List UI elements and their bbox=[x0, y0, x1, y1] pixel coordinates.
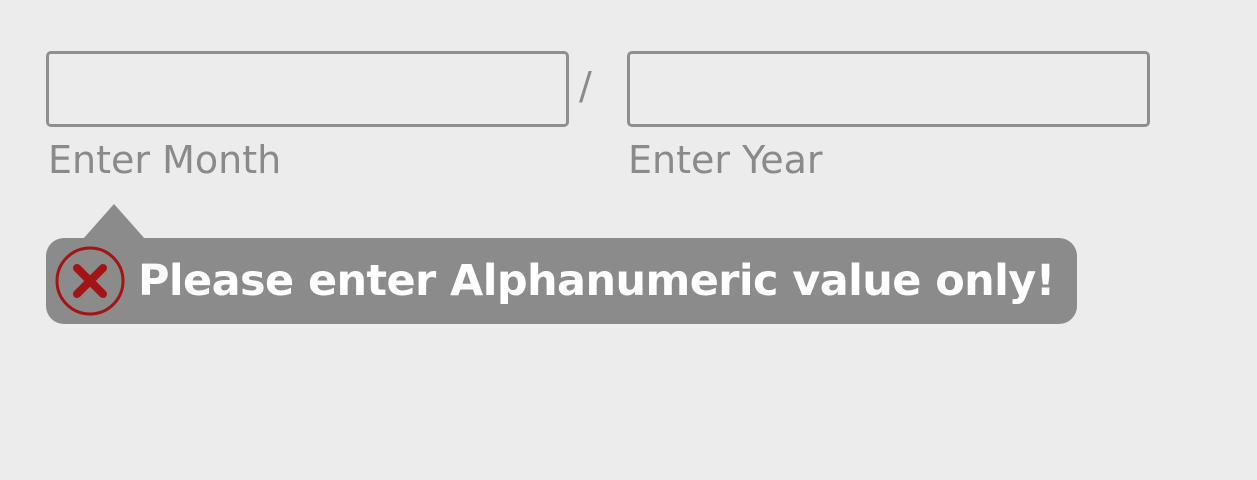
date-separator: / bbox=[579, 64, 592, 108]
validation-error-tooltip: Please enter Alphanumeric value only! bbox=[46, 204, 1077, 324]
month-field-label: Enter Month bbox=[48, 138, 282, 182]
date-entry-form: / Enter Month Enter Year Please enter Al… bbox=[0, 0, 1257, 480]
month-input[interactable] bbox=[46, 51, 569, 127]
error-x-circle-icon bbox=[54, 245, 126, 317]
tooltip-arrow bbox=[83, 204, 145, 239]
validation-error-message: Please enter Alphanumeric value only! bbox=[138, 256, 1055, 306]
year-field-label: Enter Year bbox=[628, 138, 823, 182]
year-input[interactable] bbox=[627, 51, 1150, 127]
